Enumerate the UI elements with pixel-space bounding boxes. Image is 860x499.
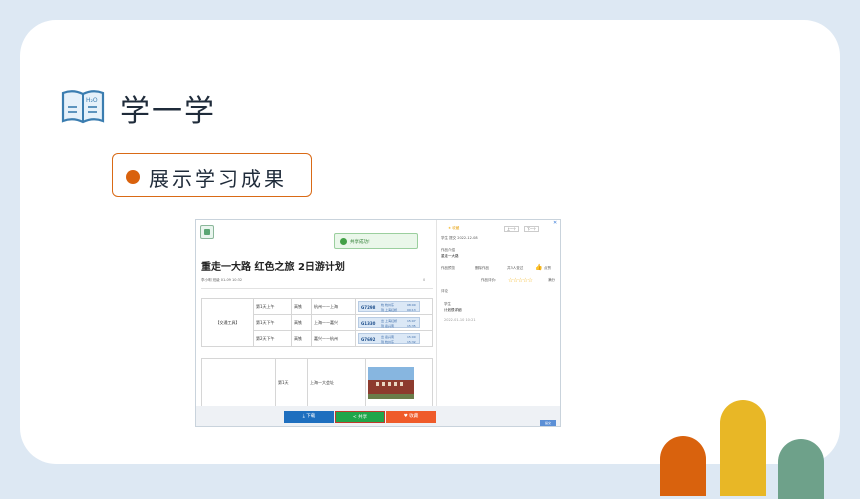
- action-bar: ⤓ 下载 < 共享 ♥ 收藏: [196, 406, 560, 426]
- table-cell: 杭州——上海: [311, 298, 356, 315]
- table-cell: 高铁: [291, 298, 312, 315]
- page-title: 学一学: [120, 94, 216, 129]
- table-cell: 第1天下午: [253, 314, 292, 331]
- student-meta: 学生 提交 2022-12-08: [441, 236, 478, 240]
- next-button[interactable]: 下一个: [524, 226, 540, 232]
- decor-bar-orange: [660, 436, 706, 496]
- document-meta: 李小明 班级 01-09 10:32: [201, 278, 243, 282]
- submit-button[interactable]: 提交: [540, 420, 556, 426]
- toast-notification: 共享成功!: [334, 233, 418, 249]
- comment-time: 2022-01-10 10:21: [444, 318, 476, 322]
- book-icon: H₂O: [61, 90, 105, 124]
- share-icon: <: [352, 415, 357, 420]
- check-icon: [340, 238, 347, 245]
- close-icon[interactable]: ✕: [553, 220, 557, 226]
- decor-bar-yellow: [720, 400, 766, 496]
- app-screenshot: 共享成功! 重走一大路 红色之旅 2日游计划 李小明 班级 01-09 10:3…: [195, 219, 561, 427]
- document-icon: [200, 225, 214, 239]
- work-intro-value: 重走一大路: [441, 254, 459, 258]
- favorite-toggle[interactable]: ★ 收藏: [448, 226, 459, 231]
- train-ticket[interactable]: G7692 出 嘉兴南到 杭州东 15:00 15:32: [358, 332, 420, 344]
- site-photo[interactable]: [368, 366, 414, 399]
- train-ticket[interactable]: G1330 出 上海虹桥到 嘉兴南 15:07 15:35: [358, 316, 420, 328]
- rating-stars[interactable]: ☆☆☆☆☆: [508, 277, 533, 284]
- download-icon: ⤓: [302, 414, 305, 419]
- table-cell: 上海——嘉兴: [311, 314, 356, 331]
- comment-label: 评论: [441, 289, 448, 293]
- heart-icon: ♥: [403, 414, 408, 419]
- train-ticket-cell: G7298 杭 杭州东到 上海虹桥 08:00 09:13: [355, 298, 433, 315]
- divider: [201, 288, 433, 289]
- table-cell: 高铁: [291, 330, 312, 347]
- work-intro-label: 作品介绍: [441, 248, 455, 252]
- toast-text: 共享成功!: [350, 240, 370, 245]
- share-button[interactable]: < 共享: [335, 411, 385, 423]
- transport-label: 【交通工具】: [201, 298, 254, 347]
- panel-divider: [436, 220, 437, 406]
- svg-text:H₂O: H₂O: [86, 97, 98, 104]
- table-cell: 上海—大会址: [307, 358, 366, 407]
- train-ticket-cell: G1330 出 上海虹桥到 嘉兴南 15:07 15:35: [355, 314, 433, 331]
- rating-hint: 满分: [548, 278, 555, 282]
- table-cell: 第1天: [275, 358, 308, 407]
- section-label: 展示学习成果: [112, 153, 312, 197]
- favorite-button[interactable]: ♥ 收藏: [386, 411, 436, 423]
- like-label: 点赞: [544, 266, 551, 270]
- prev-button[interactable]: 上一个: [504, 226, 520, 232]
- star-icon: ★: [448, 226, 452, 230]
- document-title: 重走一大路 红色之旅 2日游计划: [201, 262, 345, 273]
- rating-label: 作品评价:: [481, 278, 497, 282]
- comment-text: 计划很详细: [444, 308, 462, 312]
- table-cell: 嘉兴——杭州: [311, 330, 356, 347]
- table-cell: 高铁: [291, 314, 312, 331]
- download-button[interactable]: ⤓ 下载: [284, 411, 334, 423]
- photo-cell: [365, 358, 433, 407]
- itinerary-table: 第1天 上海—大会址: [201, 358, 433, 407]
- table-cell: 第2天下午: [253, 330, 292, 347]
- train-ticket-cell: G7692 出 嘉兴南到 杭州东 15:00 15:32: [355, 330, 433, 347]
- section-label-text: 展示学习成果: [149, 167, 287, 191]
- transport-table: 【交通工具】 第1天上午 高铁 杭州——上海 G7298 杭 杭州东到 上海虹桥 0…: [201, 298, 433, 347]
- delete-button[interactable]: 删除作品: [475, 266, 489, 271]
- comment-user: 学生: [444, 302, 451, 306]
- table-cell: [201, 358, 276, 407]
- visitor-count[interactable]: 共3人查过: [507, 266, 523, 271]
- train-ticket[interactable]: G7298 杭 杭州东到 上海虹桥 08:00 09:13: [358, 300, 420, 312]
- table-cell: 第1天上午: [253, 298, 292, 315]
- bullet-icon: [126, 170, 140, 184]
- thumbs-up-icon[interactable]: 👍: [535, 264, 542, 271]
- preview-button[interactable]: 作品预览: [441, 266, 455, 271]
- decor-bar-green: [778, 439, 824, 499]
- comment-count[interactable]: 0: [423, 278, 425, 282]
